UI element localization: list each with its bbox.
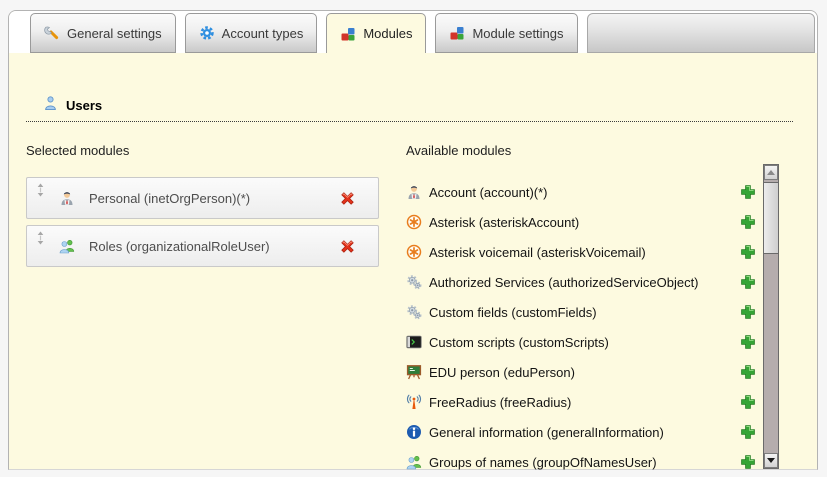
available-module-label: Asterisk (asteriskAccount) [429, 215, 579, 230]
scroll-up-button[interactable] [764, 165, 778, 180]
selected-modules-column: Selected modules Personal (inetOrgPerson… [26, 143, 379, 477]
add-module-button[interactable] [740, 424, 756, 440]
available-modules-scrollbar[interactable] [763, 164, 779, 469]
blocks-icon [449, 25, 465, 41]
remove-module-button[interactable] [339, 238, 356, 255]
gear-blue-icon [199, 25, 215, 41]
add-module-button[interactable] [740, 394, 756, 410]
tab-account-types[interactable]: Account types [185, 13, 318, 53]
available-module-row: FreeRadius (freeRadius) [406, 387, 756, 417]
selected-modules-list: Personal (inetOrgPerson)(*) Roles (organi… [26, 177, 379, 267]
tab-module-settings[interactable]: Module settings [435, 13, 577, 53]
modules-columns: Selected modules Personal (inetOrgPerson… [26, 143, 800, 477]
available-module-row: Asterisk (asteriskAccount) [406, 207, 756, 237]
drag-handle-icon[interactable] [36, 183, 46, 197]
asterisk-icon [406, 214, 422, 230]
gears-icon [406, 304, 422, 320]
remove-module-button[interactable] [339, 190, 356, 207]
tab-modules[interactable]: Modules [326, 13, 426, 53]
arrow-up-icon [767, 170, 775, 175]
add-module-button[interactable] [740, 214, 756, 230]
tab-general-settings[interactable]: General settings [30, 13, 176, 53]
selected-modules-label: Selected modules [26, 143, 379, 158]
available-module-row: Custom scripts (customScripts) [406, 327, 756, 357]
available-module-row: Groups of names (groupOfNamesUser) [406, 447, 756, 477]
add-module-button[interactable] [740, 364, 756, 380]
config-panel: General settings Account types Modules Modu… [8, 10, 818, 470]
selected-module-row[interactable]: Personal (inetOrgPerson)(*) [26, 177, 379, 219]
group-icon [59, 238, 75, 254]
available-module-row: Authorized Services (authorizedServiceOb… [406, 267, 756, 297]
tab-label: Account types [222, 26, 304, 41]
available-module-label: Asterisk voicemail (asteriskVoicemail) [429, 245, 646, 260]
chalkboard-icon [406, 364, 422, 380]
person-icon [406, 184, 422, 200]
scroll-track[interactable] [764, 180, 778, 453]
available-module-row: EDU person (eduPerson) [406, 357, 756, 387]
person-icon [59, 190, 75, 206]
tab-label: General settings [67, 26, 162, 41]
user-icon [43, 95, 58, 116]
antenna-icon [406, 394, 422, 410]
add-module-button[interactable] [740, 274, 756, 290]
scroll-down-button[interactable] [764, 453, 778, 468]
selected-module-label: Roles (organizationalRoleUser) [89, 239, 270, 254]
available-module-label: EDU person (eduPerson) [429, 365, 575, 380]
available-module-label: Groups of names (groupOfNamesUser) [429, 455, 657, 470]
available-module-label: General information (generalInformation) [429, 425, 664, 440]
add-module-button[interactable] [740, 304, 756, 320]
scroll-thumb[interactable] [763, 182, 779, 254]
add-module-button[interactable] [740, 244, 756, 260]
available-modules-label: Available modules [406, 143, 756, 158]
wrench-icon [44, 25, 60, 41]
available-modules-column: Available modules Account (account)(*) As… [406, 143, 756, 477]
add-module-button[interactable] [740, 334, 756, 350]
tab-bar: General settings Account types Modules Modu… [9, 11, 817, 53]
users-section-header: Users [26, 95, 793, 122]
available-module-row: General information (generalInformation) [406, 417, 756, 447]
tab-label: Modules [363, 26, 412, 41]
available-module-row: Custom fields (customFields) [406, 297, 756, 327]
tab-bar-filler [587, 13, 815, 53]
modules-tab-content: Users Selected modules Personal (inetOrg… [9, 63, 817, 469]
blocks-icon [340, 26, 356, 42]
available-module-label: Authorized Services (authorizedServiceOb… [429, 275, 699, 290]
terminal-icon [406, 334, 422, 350]
available-module-row: Asterisk voicemail (asteriskVoicemail) [406, 237, 756, 267]
section-title: Users [66, 98, 102, 113]
info-icon [406, 424, 422, 440]
available-module-label: Custom fields (customFields) [429, 305, 597, 320]
gears-icon [406, 274, 422, 290]
available-module-label: FreeRadius (freeRadius) [429, 395, 571, 410]
available-modules-list: Account (account)(*) Asterisk (asteriskAc… [406, 177, 756, 477]
available-module-label: Account (account)(*) [429, 185, 548, 200]
selected-module-row[interactable]: Roles (organizationalRoleUser) [26, 225, 379, 267]
group-icon [406, 454, 422, 470]
arrow-down-icon [767, 458, 775, 463]
available-module-row: Account (account)(*) [406, 177, 756, 207]
tab-label: Module settings [472, 26, 563, 41]
available-module-label: Custom scripts (customScripts) [429, 335, 609, 350]
add-module-button[interactable] [740, 184, 756, 200]
add-module-button[interactable] [740, 454, 756, 470]
selected-module-label: Personal (inetOrgPerson)(*) [89, 191, 250, 206]
drag-handle-icon[interactable] [36, 231, 46, 245]
asterisk-icon [406, 244, 422, 260]
